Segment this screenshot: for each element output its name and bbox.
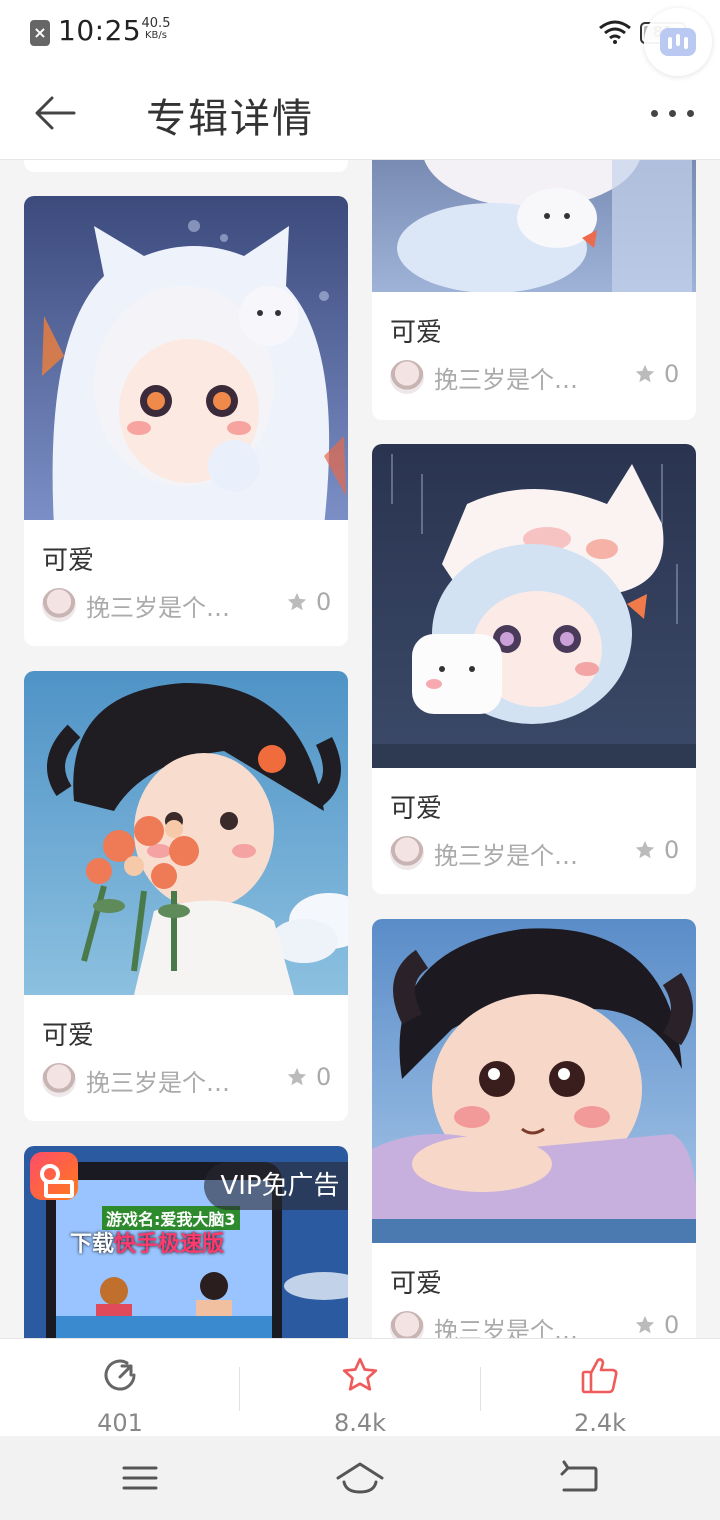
author-name[interactable]: 挽三岁是个… [86, 588, 266, 623]
ad-headline-highlight: 快手极速版 [114, 1232, 225, 1257]
card-like-count: 0 [664, 836, 680, 864]
album-card[interactable]: 可爱 挽三岁是个… 0 [24, 671, 348, 1121]
author-name[interactable]: 挽三岁是个… [434, 1311, 614, 1338]
card-meta: 可爱 挽三岁是个… 0 [24, 520, 348, 646]
network-speed: 40.5 KB/s [136, 16, 176, 42]
wifi-icon [599, 20, 631, 44]
more-dots-icon [651, 110, 658, 117]
album-card[interactable]: 可爱 挽三岁是个… 0 [372, 444, 696, 894]
back-nav-button[interactable] [550, 1454, 610, 1502]
chat-icon [660, 28, 696, 56]
vip-remove-ads-button[interactable]: VIP免广告 [204, 1162, 348, 1210]
album-card[interactable]: 可爱 挽三岁是个… 0 [372, 160, 696, 420]
card-title: 可爱 [42, 1021, 95, 1051]
card-partial-top[interactable] [24, 160, 348, 172]
author-name[interactable]: 挽三岁是个… [434, 360, 614, 395]
card-image[interactable] [372, 919, 696, 1243]
album-feed[interactable]: 可爱 挽三岁是个… 0 可爱 挽三岁是个… 0 VIP免广告 游戏名:爱我大脑3… [0, 160, 720, 1338]
network-speed-value: 40.5 [141, 16, 171, 31]
share-icon [104, 1359, 136, 1391]
like-count: 2.4k [573, 1409, 627, 1437]
album-card[interactable]: 可爱 挽三岁是个… 0 [24, 196, 348, 646]
author-avatar[interactable] [390, 1311, 424, 1338]
status-bar: × 10:25 40.5 KB/s 81 [0, 0, 720, 66]
star-icon[interactable] [634, 839, 656, 861]
star-icon[interactable] [634, 363, 656, 385]
card-like-count: 0 [316, 1063, 332, 1091]
network-speed-unit: KB/s [145, 30, 167, 41]
floating-chat-button[interactable] [644, 8, 712, 76]
status-time: 10:25 [58, 14, 142, 47]
album-action-bar: 401 8.4k 2.4k [0, 1338, 720, 1437]
card-meta: 可爱 挽三岁是个… 0 [372, 1243, 696, 1338]
star-outline-icon [342, 1357, 378, 1391]
menu-nav-button[interactable] [110, 1454, 170, 1502]
card-meta: 可爱 挽三岁是个… 0 [372, 768, 696, 894]
author-avatar[interactable] [42, 588, 76, 622]
author-name[interactable]: 挽三岁是个… [86, 1063, 266, 1098]
system-nav-bar [0, 1436, 720, 1520]
page-title: 专辑详情 [146, 96, 314, 142]
card-like-count: 0 [316, 588, 332, 616]
more-dot [669, 110, 676, 117]
author-avatar[interactable] [390, 360, 424, 394]
ad-card[interactable]: VIP免广告 游戏名:爱我大脑3 下载快手极速版 [24, 1146, 348, 1338]
favorite-button[interactable]: 8.4k [240, 1339, 480, 1437]
ad-headline: 下载快手极速版 [70, 1226, 224, 1258]
card-title: 可爱 [42, 546, 95, 576]
card-image[interactable] [372, 160, 696, 292]
card-image[interactable] [24, 196, 348, 520]
like-button[interactable]: 2.4k [480, 1339, 720, 1437]
card-title: 可爱 [390, 1269, 443, 1299]
card-meta: 可爱 挽三岁是个… 0 [24, 995, 348, 1121]
app-root: × 10:25 40.5 KB/s 81 专辑详情 [0, 0, 720, 1520]
share-count: 401 [97, 1409, 143, 1437]
author-name[interactable]: 挽三岁是个… [434, 836, 614, 871]
favorite-count: 8.4k [333, 1409, 387, 1437]
more-options-button[interactable] [640, 90, 706, 134]
album-card[interactable]: 可爱 挽三岁是个… 0 [372, 919, 696, 1338]
card-meta: 可爱 挽三岁是个… 0 [372, 292, 696, 418]
card-image[interactable] [372, 444, 696, 768]
star-icon[interactable] [286, 591, 308, 613]
kuaishou-logo-icon [30, 1152, 78, 1200]
back-button[interactable] [26, 88, 82, 138]
top-app-bar: 专辑详情 [0, 66, 720, 160]
card-title: 可爱 [390, 318, 443, 348]
card-image[interactable] [24, 671, 348, 995]
card-like-count: 0 [664, 360, 680, 388]
notification-icon: × [30, 20, 50, 46]
card-title: 可爱 [390, 794, 443, 824]
more-dot [687, 110, 694, 117]
home-nav-button[interactable] [330, 1454, 390, 1502]
share-button[interactable]: 401 [0, 1339, 240, 1437]
thumbs-up-icon [581, 1358, 618, 1394]
star-icon[interactable] [634, 1314, 656, 1336]
star-icon[interactable] [286, 1066, 308, 1088]
author-avatar[interactable] [390, 836, 424, 870]
card-like-count: 0 [664, 1311, 680, 1338]
ad-headline-prefix: 下载 [70, 1232, 115, 1257]
author-avatar[interactable] [42, 1063, 76, 1097]
